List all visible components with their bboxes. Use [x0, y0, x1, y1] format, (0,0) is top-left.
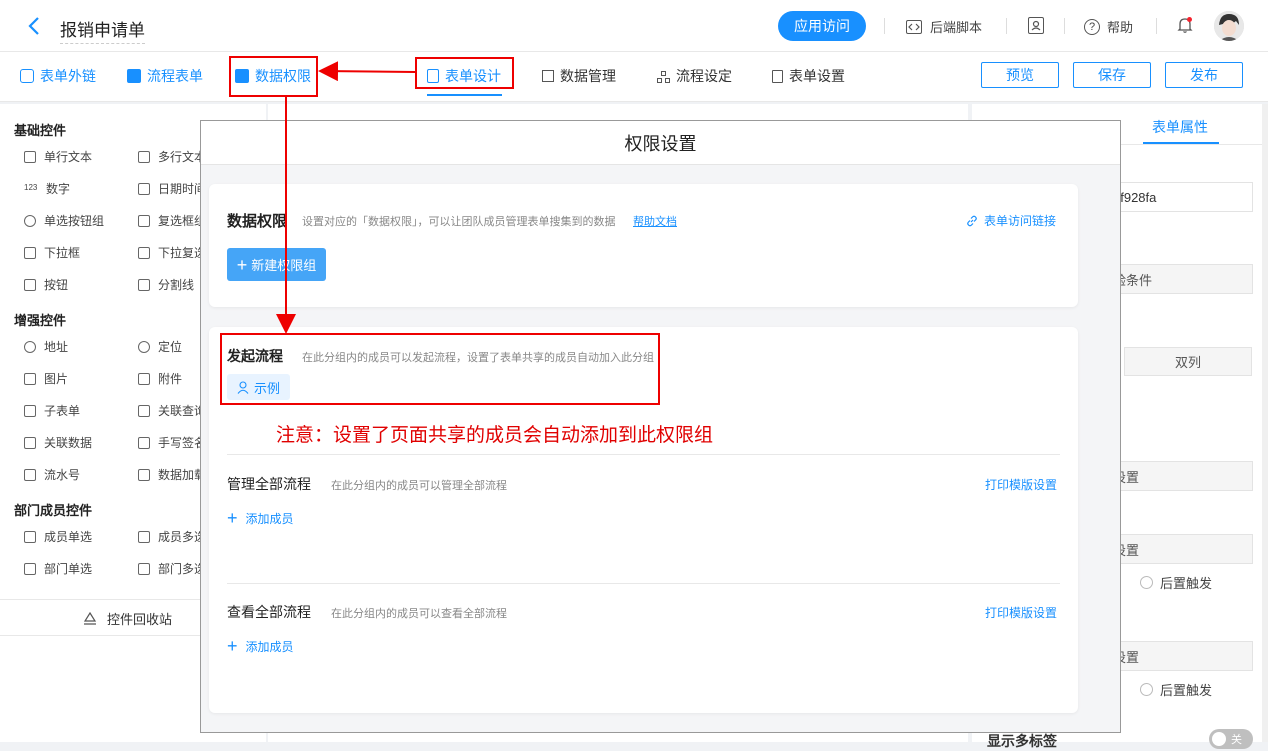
annotation-arrows	[276, 61, 416, 334]
arrow-to-data-permission	[318, 61, 416, 82]
